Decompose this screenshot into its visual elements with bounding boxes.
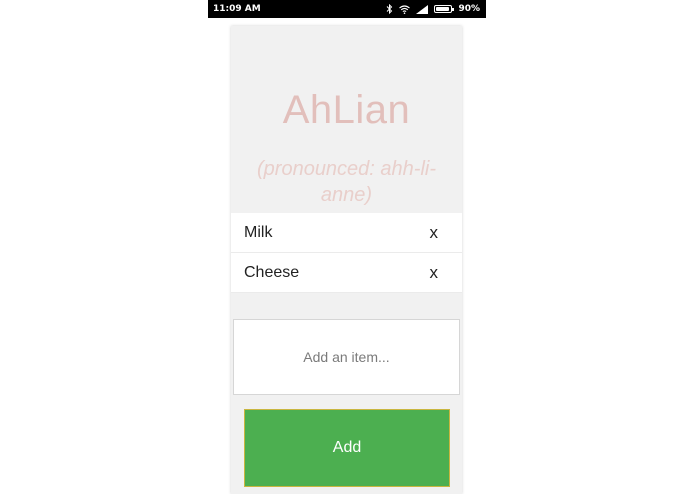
item-name: Cheese (244, 263, 300, 281)
item-list: Milk x Cheese x (231, 213, 462, 293)
remove-item-button[interactable]: x (430, 263, 439, 283)
status-bar: 11:09 AM 90% (208, 0, 486, 18)
app-title: AhLian (282, 88, 411, 132)
status-time: 11:09 AM (213, 4, 261, 14)
battery-icon (434, 5, 455, 13)
wifi-icon (399, 4, 411, 14)
battery-percent: 90% (458, 4, 480, 14)
bluetooth-icon (386, 4, 393, 14)
screen: 11:09 AM 90% AhLian (pronounced: ahh-li-… (0, 0, 695, 494)
signal-icon (416, 4, 429, 14)
battery-level-fill (436, 7, 450, 11)
item-input-container (233, 319, 460, 395)
app-subtitle: (pronounced: ahh-li-anne) (257, 158, 436, 206)
list-item: Milk x (231, 213, 462, 253)
item-name: Milk (244, 223, 273, 241)
list-item: Cheese x (231, 253, 462, 293)
item-input[interactable] (234, 319, 459, 395)
add-button[interactable]: Add (244, 409, 450, 487)
remove-item-button[interactable]: x (430, 223, 439, 243)
status-icons: 90% (386, 4, 480, 14)
